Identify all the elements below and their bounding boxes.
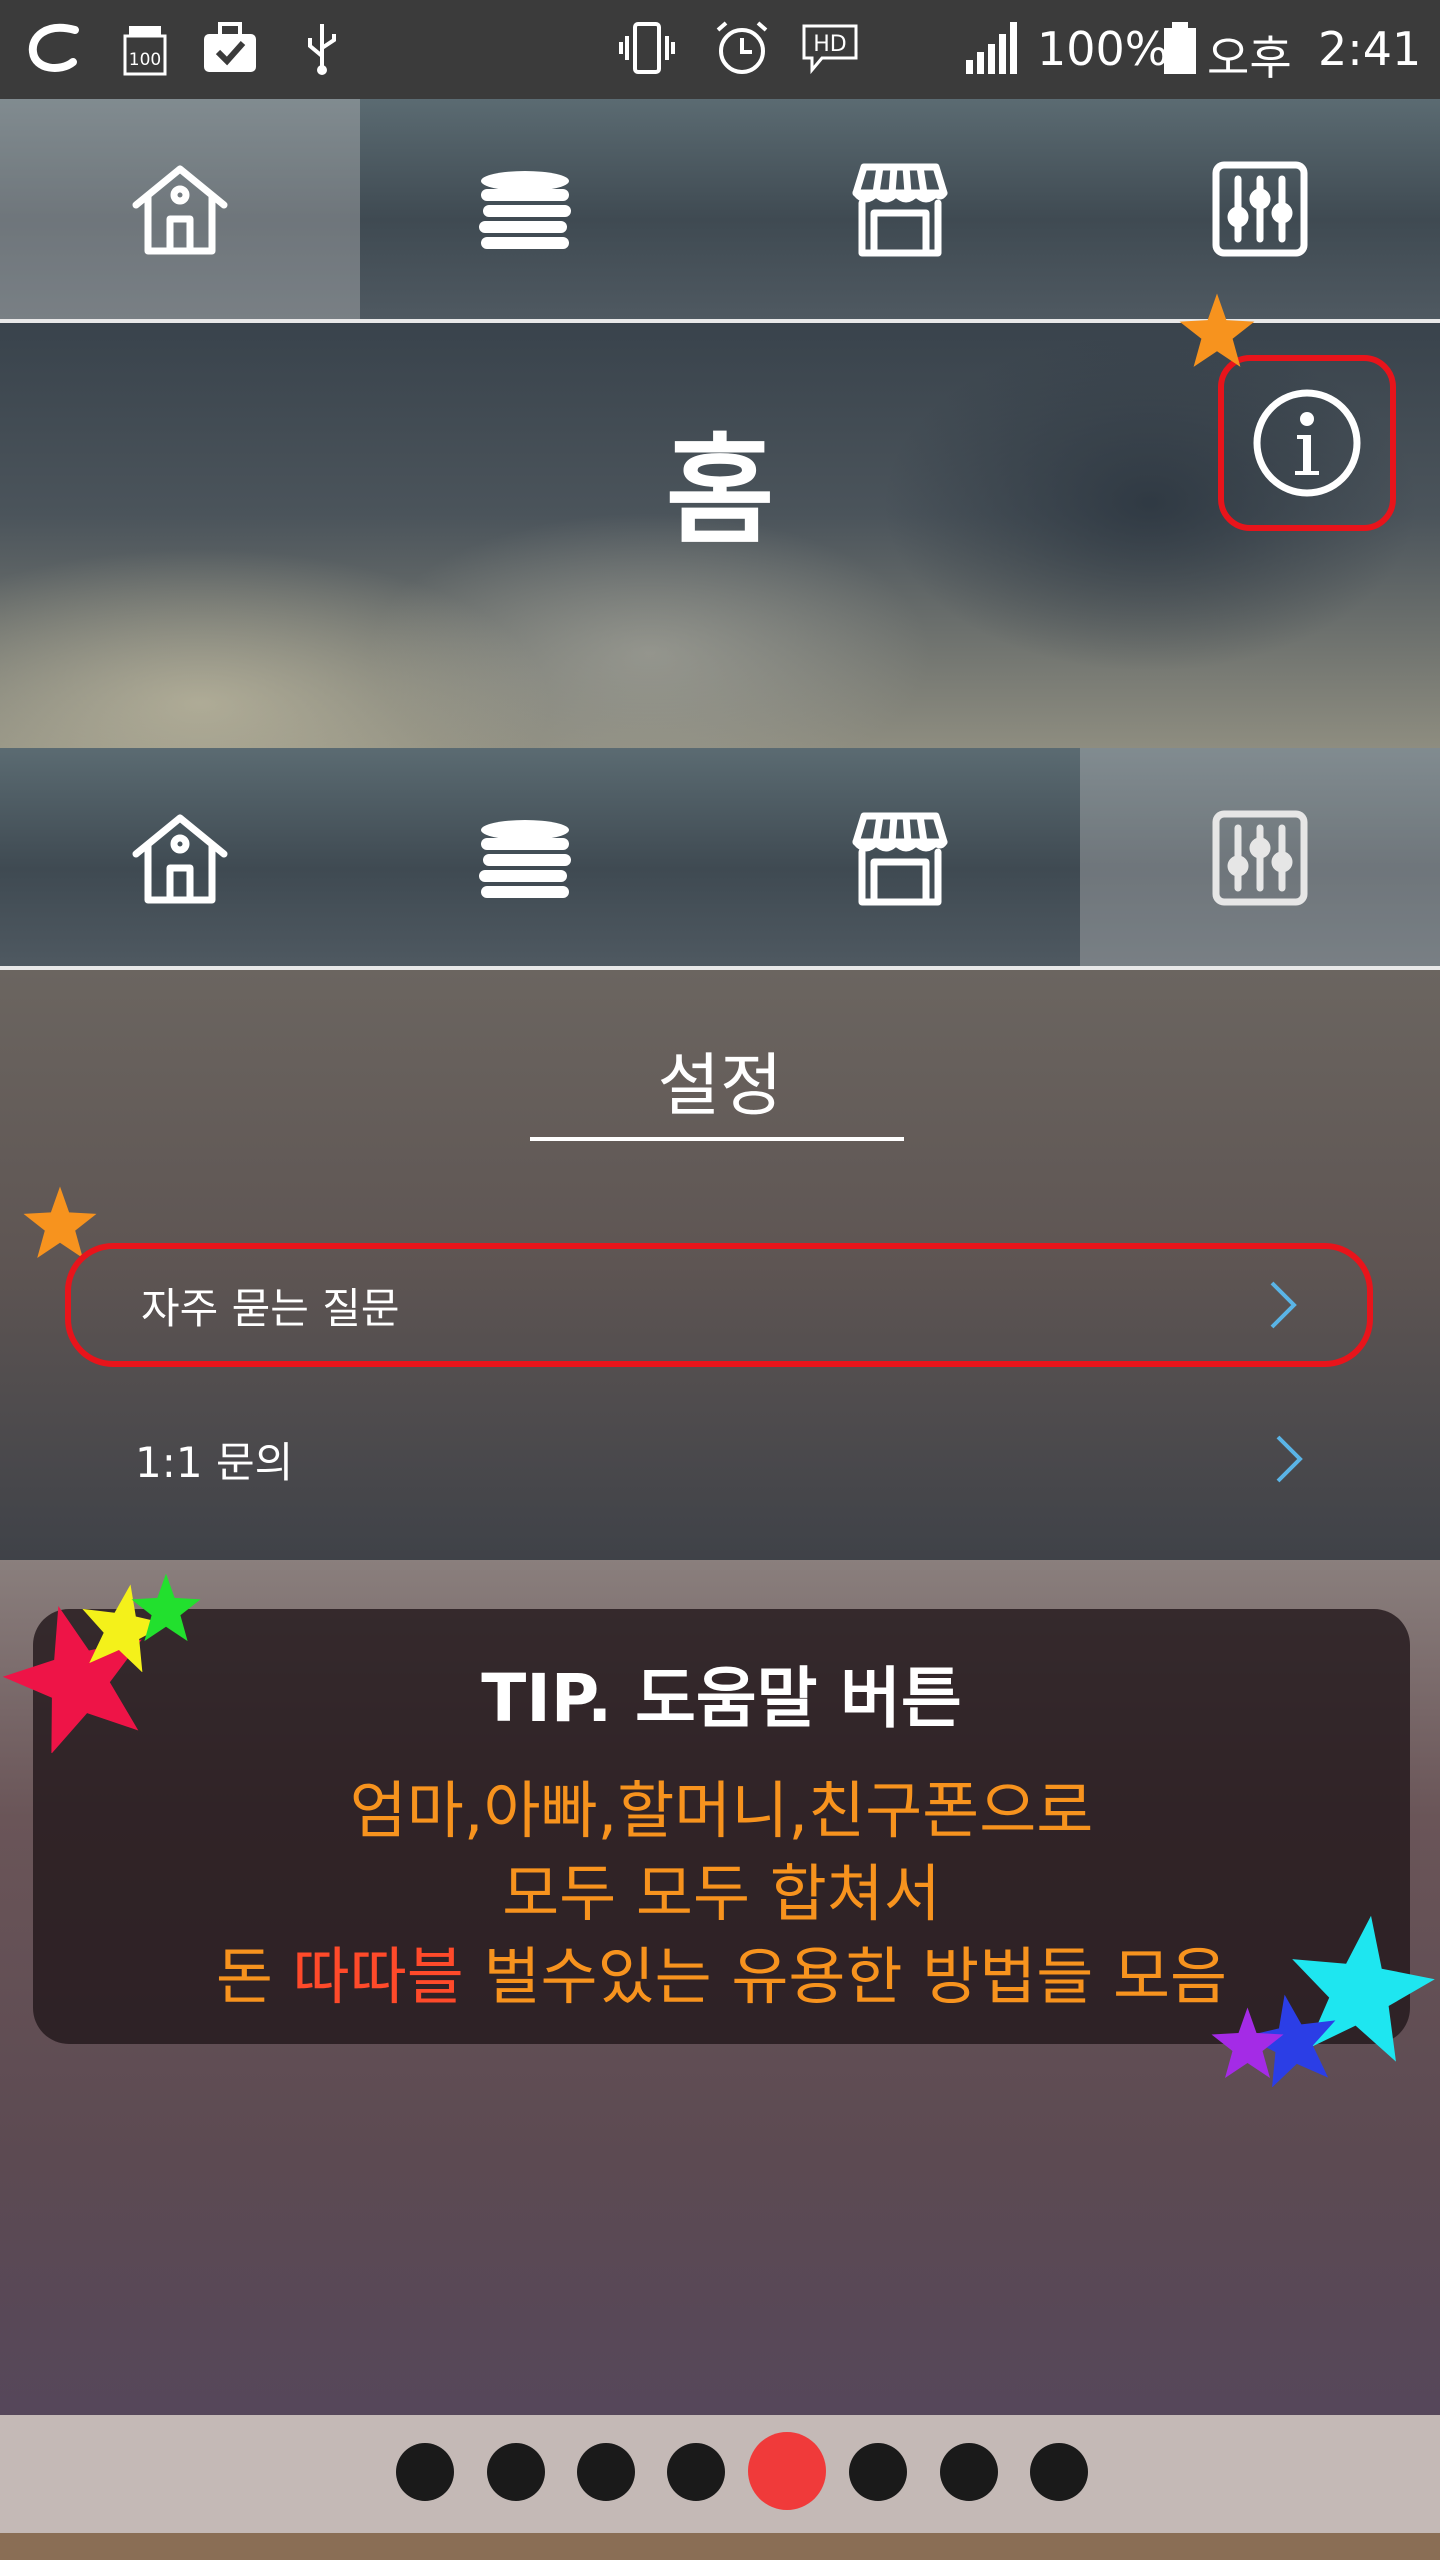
nav-home-tab[interactable] <box>0 99 360 319</box>
nav-settings-tab[interactable] <box>1080 748 1440 968</box>
home-icon <box>132 814 228 904</box>
store-icon <box>852 812 948 906</box>
bottom-nav-bar <box>0 748 1440 968</box>
battery-saver-icon: 100 <box>123 26 167 76</box>
tip-line-3-highlight: 따따블 <box>292 1940 464 2013</box>
pager-dot-active[interactable] <box>748 2432 826 2510</box>
home-icon <box>132 165 228 255</box>
tip-line-3-end: 벌수있는 유용한 방법들 모음 <box>463 1940 1228 2013</box>
usb-icon <box>308 24 336 75</box>
nav-home-tab[interactable] <box>0 748 360 968</box>
clock-time: 2:41 <box>1318 22 1422 76</box>
svg-text:HD: HD <box>813 32 846 57</box>
ampm-label: 오후 <box>1207 31 1292 85</box>
pager-dot[interactable] <box>667 2443 725 2501</box>
tip-line-3-start: 돈 <box>215 1940 293 2013</box>
info-icon <box>1253 389 1361 497</box>
status-bar: 100 HD 100% 오후 2:41 <box>0 0 1440 99</box>
nav-store-tab[interactable] <box>720 748 1080 968</box>
nav-settings-tab[interactable] <box>1080 99 1440 319</box>
sliders-icon <box>1212 161 1308 257</box>
pager-dot[interactable] <box>577 2443 635 2501</box>
sliders-icon <box>1212 810 1308 906</box>
battery-icon <box>1164 22 1196 74</box>
star-decoration-orange <box>1179 293 1255 367</box>
tip-line-3: 돈 따따블 벌수있는 유용한 방법들 모음 <box>33 1926 1410 2016</box>
pager-dot[interactable] <box>940 2443 998 2501</box>
info-button[interactable] <box>1218 355 1396 531</box>
inquiry-label: 1:1 문의 <box>135 1437 294 1487</box>
star-decoration-green <box>131 1573 201 1642</box>
chevron-right-icon <box>1270 1281 1297 1329</box>
nav-coins-tab[interactable] <box>345 99 705 319</box>
coins-icon <box>479 171 571 249</box>
faq-label: 자주 묻는 질문 <box>141 1283 400 1333</box>
app-icon <box>28 23 79 72</box>
briefcase-check-icon <box>204 22 256 72</box>
tip-line-2: 모두 모두 합쳐서 <box>502 1857 941 1930</box>
pager-dot[interactable] <box>1030 2443 1088 2501</box>
battery-percent: 100% <box>1037 22 1169 76</box>
tip-line-1: 엄마,아빠,할머니,친구폰으로 <box>349 1774 1094 1847</box>
pager-dot[interactable] <box>396 2443 454 2501</box>
nav-store-tab[interactable] <box>720 99 1080 319</box>
nav-coins-tab[interactable] <box>345 748 705 968</box>
faq-row[interactable]: 자주 묻는 질문 <box>65 1243 1373 1367</box>
pager-dot[interactable] <box>849 2443 907 2501</box>
inquiry-row[interactable]: 1:1 문의 <box>65 1397 1373 1521</box>
bottom-strip <box>0 2533 1440 2560</box>
settings-title-underline <box>530 1137 904 1141</box>
alarm-icon <box>716 21 768 74</box>
pager-dot[interactable] <box>487 2443 545 2501</box>
chevron-right-icon <box>1276 1435 1303 1483</box>
coins-icon <box>479 820 571 898</box>
top-nav-bar <box>0 99 1440 319</box>
star-decoration-purple <box>1211 2007 1284 2078</box>
tip-title: TIP. 도움말 버튼 <box>481 1660 962 1737</box>
hd-voice-icon: HD <box>802 24 858 75</box>
svg-text:100: 100 <box>129 50 161 70</box>
vibrate-icon <box>619 22 675 74</box>
store-icon <box>852 163 948 257</box>
signal-icon <box>966 22 1017 74</box>
settings-title: 설정 <box>657 1047 783 1126</box>
